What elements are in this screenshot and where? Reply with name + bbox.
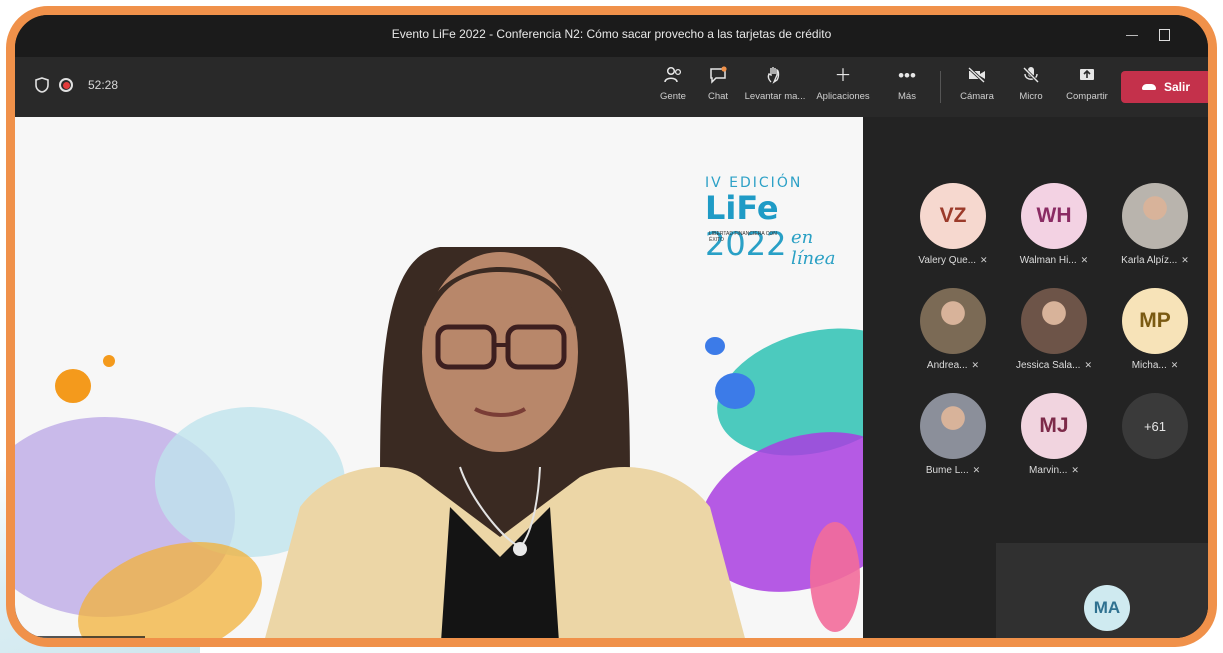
mic-off-icon: ✕	[971, 360, 980, 370]
presenter-video[interactable]: IV EDICIÓN LiFe 2022 LIBERTAD FINANCIERA…	[15, 117, 863, 638]
overflow-count: +61	[1122, 393, 1188, 459]
participant-name: Valery Que...	[918, 255, 977, 266]
mic-off-icon: ✕	[980, 255, 988, 265]
self-avatar: MA	[1084, 585, 1130, 631]
mic-off-icon: ✕	[1080, 255, 1089, 265]
background-shape	[55, 369, 91, 403]
apps-button[interactable]: ＋ Aplicaciones	[809, 65, 877, 111]
participant-name: Jessica Sala...	[1015, 360, 1081, 371]
minimize-icon[interactable]	[1126, 35, 1138, 36]
participant-name: Micha...	[1131, 360, 1167, 371]
participant-name: Marvin...	[1029, 465, 1068, 476]
logo-script: en línea	[791, 227, 836, 269]
overflow-participants-tile[interactable]: +61	[1106, 393, 1204, 459]
participant-photo	[1021, 288, 1087, 354]
mic-label: Micro	[1019, 91, 1043, 102]
mic-button[interactable]: Micro	[1003, 65, 1059, 111]
participant-avatar: WH	[1021, 183, 1087, 249]
plus-icon: ＋	[834, 66, 852, 85]
leave-label: Salir	[1163, 80, 1190, 94]
participant-tile[interactable]: Bume L... ✕	[904, 393, 1002, 476]
participant-avatar: MP	[1122, 288, 1188, 354]
mic-off-icon: ✕	[1170, 360, 1179, 370]
participant-name-row: Bume L... ✕	[904, 465, 1002, 476]
participant-tile[interactable]: MP Micha... ✕	[1106, 288, 1204, 371]
participant-tile[interactable]: Andrea... ✕	[904, 288, 1002, 371]
teams-meeting-window: Evento LiFe 2022 - Conferencia N2: Cómo …	[6, 6, 1217, 647]
participant-name: Karla Alpíz...	[1121, 255, 1178, 266]
participant-photo	[1122, 183, 1188, 249]
recording-icon	[59, 78, 73, 92]
participant-name: Andrea...	[926, 360, 968, 371]
participant-name-row: Karla Alpíz... ✕	[1106, 255, 1204, 266]
participant-tile[interactable]: Jessica Sala... ✕	[1005, 288, 1103, 371]
participant-name-row: Valery Que... ✕	[904, 255, 1002, 266]
apps-label: Aplicaciones	[816, 91, 870, 102]
title-bar: Evento LiFe 2022 - Conferencia N2: Cómo …	[15, 15, 1208, 57]
more-icon: •••	[898, 66, 916, 85]
participant-tile[interactable]: VZ Valery Que... ✕	[904, 183, 1002, 266]
mic-off-icon: ✕	[1071, 465, 1079, 475]
participant-name-row: Andrea... ✕	[904, 360, 1002, 371]
restore-icon[interactable]	[1159, 29, 1170, 41]
meeting-timer: 52:28	[88, 78, 119, 92]
meeting-title: Evento LiFe 2022 - Conferencia N2: Cómo …	[391, 27, 832, 41]
mic-off-icon: ✕	[972, 465, 981, 475]
participant-name: Bume L...	[925, 465, 969, 476]
shield-icon[interactable]	[35, 77, 49, 93]
camera-button[interactable]: Cámara	[949, 65, 1005, 111]
more-button[interactable]: ••• Más	[879, 65, 935, 111]
share-button[interactable]: Compartir	[1059, 65, 1115, 111]
share-icon	[1059, 65, 1115, 87]
toolbar-divider	[940, 71, 941, 103]
participant-photo	[920, 393, 986, 459]
participant-tile[interactable]: MJ Marvin... ✕	[1005, 393, 1103, 476]
participant-name: Walman Hi...	[1019, 255, 1077, 266]
share-label: Compartir	[1066, 91, 1108, 102]
participant-name-row: Walman Hi... ✕	[1005, 255, 1103, 266]
presenter-figure	[265, 247, 745, 638]
raise-hand-button[interactable]: Levantar ma...	[743, 65, 807, 111]
chat-icon	[690, 65, 746, 87]
mic-off-icon: ✕	[1181, 255, 1189, 265]
mic-off-icon	[1003, 65, 1059, 87]
camera-label: Cámara	[960, 91, 994, 102]
self-view-tile[interactable]: MA	[996, 543, 1208, 638]
participant-avatar: MJ	[1021, 393, 1087, 459]
participants-panel: VZ Valery Que... ✕ WH Walman Hi... ✕ Karla Alp…	[863, 117, 1208, 638]
leave-button[interactable]: Salir	[1121, 71, 1208, 103]
participant-tile[interactable]: WH Walman Hi... ✕	[1005, 183, 1103, 266]
background-shape	[810, 522, 860, 632]
chat-label: Chat	[707, 91, 729, 102]
participant-name-row: Marvin... ✕	[1005, 465, 1103, 476]
participant-avatar: VZ	[920, 183, 986, 249]
chat-button[interactable]: Chat	[690, 65, 746, 111]
raise-hand-icon	[743, 65, 807, 87]
more-label: Más	[898, 91, 916, 102]
background-shape	[103, 355, 115, 367]
participant-name-row: Jessica Sala... ✕	[1005, 360, 1103, 371]
hang-up-icon	[1141, 84, 1156, 90]
mic-off-icon: ✕	[1084, 360, 1093, 370]
raise-hand-label: Levantar ma...	[744, 91, 806, 102]
camera-off-icon	[949, 65, 1005, 87]
participant-photo	[920, 288, 986, 354]
participant-name-row: Micha... ✕	[1106, 360, 1204, 371]
participant-tile[interactable]: Karla Alpíz... ✕	[1106, 183, 1204, 266]
meeting-toolbar: 52:28 Gente Chat Levantar ma... ＋ Aplica…	[15, 57, 1208, 117]
